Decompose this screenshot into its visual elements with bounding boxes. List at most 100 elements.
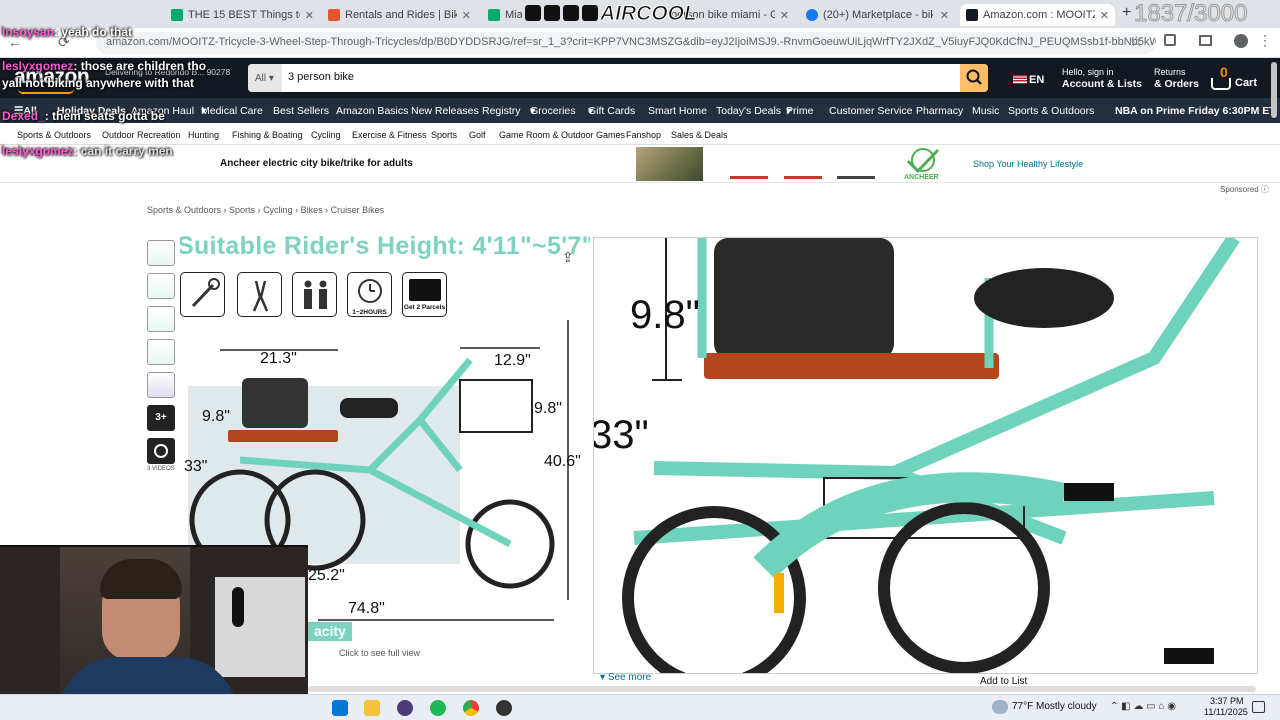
extensions-icon[interactable] [1164, 34, 1176, 46]
chrome-icon[interactable] [463, 700, 479, 716]
breadcrumb-link[interactable]: Sports & Outdoors [147, 205, 221, 215]
subnav-link[interactable]: Exercise & Fitness [352, 130, 427, 140]
full-view-link[interactable]: Click to see full view [339, 648, 420, 658]
cart-icon[interactable] [1211, 78, 1231, 90]
vertical-scrollbar[interactable] [1271, 62, 1277, 118]
windows-taskbar: 77°F Mostly cloudy ⌃ ◧ ☁ ▭ ⌂ ◉ 3:37 PM 1… [0, 694, 1280, 720]
close-tab-icon[interactable]: ✕ [462, 9, 471, 22]
close-tab-icon[interactable]: ✕ [780, 9, 789, 22]
banner-cta[interactable]: Shop Your Healthy Lifestyle [973, 159, 1083, 169]
assembly-time-icon: 1~2HOURS [347, 272, 392, 317]
nav-link[interactable]: Pharmacy [916, 105, 963, 117]
notification-icon[interactable] [1252, 701, 1265, 713]
breadcrumb-link[interactable]: Sports [229, 205, 255, 215]
spotify-icon[interactable] [430, 700, 446, 716]
close-tab-icon[interactable]: ✕ [1100, 9, 1109, 22]
facebook-icon [806, 9, 818, 21]
twitch-icon [525, 5, 541, 21]
address-bar[interactable]: amazon.com/MOOITZ-Tricycle-3-Wheel-Step-… [96, 32, 1156, 54]
tray-icons[interactable]: ⌃ ◧ ☁ ▭ ⌂ ◉ [1110, 701, 1176, 712]
subnav-link[interactable]: Cycling [311, 130, 341, 140]
share-icon[interactable]: ⇪ [562, 249, 574, 266]
nav-link[interactable]: Groceries ▾ [530, 105, 576, 117]
weather-text: 77°F Mostly cloudy [1012, 701, 1097, 712]
start-icon[interactable] [332, 700, 348, 716]
close-tab-icon[interactable]: ✕ [305, 9, 314, 22]
nav-link[interactable]: Smart Home [648, 105, 707, 117]
search-category-select[interactable]: All ▾ [248, 64, 282, 92]
menu-icon[interactable]: ⋮ [1258, 32, 1272, 49]
product-thumbnail[interactable] [147, 339, 175, 365]
account-lists-link[interactable]: Account & Lists [1062, 78, 1142, 90]
product-thumbnail[interactable] [147, 240, 175, 266]
riders-icon [292, 272, 337, 317]
subnav-link[interactable]: Fanshop [626, 130, 661, 140]
clock-time[interactable]: 3:37 PM [1210, 696, 1244, 706]
banner-trike-icon [837, 151, 875, 179]
profile-icon[interactable] [1234, 34, 1248, 48]
product-thumbnail[interactable] [147, 372, 175, 398]
social-icons-overlay [525, 5, 598, 21]
more-images-button[interactable]: 3+ [147, 405, 175, 431]
subnav-link[interactable]: Sales & Deals [671, 130, 728, 140]
breadcrumb-link[interactable]: Cycling [263, 205, 293, 215]
sidebar-icon[interactable] [1199, 35, 1212, 46]
zoom-image-view[interactable]: 9.8" 33" [593, 237, 1258, 674]
bookmark-star-icon[interactable]: ☆ [1130, 33, 1143, 50]
nav-link[interactable]: Prime ▾ [786, 105, 813, 117]
dimension-label: 25.2" [308, 567, 345, 584]
nav-link[interactable]: Music [972, 105, 999, 117]
search-input[interactable]: 3 person bike [288, 71, 354, 83]
subnav-link[interactable]: Fishing & Boating [232, 130, 303, 140]
search-button[interactable] [960, 64, 988, 92]
nav-promo[interactable]: NBA on Prime Friday 6:30PM ET [1115, 105, 1276, 117]
nav-link[interactable]: Gift Cards ▾ [588, 105, 635, 117]
browser-tab[interactable]: Rentals and Rides | Bike Rentals ✕ [322, 4, 477, 26]
rental-site-icon [328, 9, 340, 21]
banner-text: Ancheer electric city bike/trike for adu… [220, 158, 413, 169]
chat-message: yall not biking anywhere with that [2, 76, 195, 90]
videos-label: 3 VIDEOS [147, 466, 175, 472]
nav-link[interactable]: Amazon Basics [336, 105, 408, 117]
language-select[interactable]: EN [1029, 74, 1044, 86]
zoom-dimension-label: 9.8" [630, 293, 700, 337]
nav-link[interactable]: Registry [482, 105, 521, 117]
subnav-link[interactable]: Game Room & Outdoor Games [499, 130, 625, 140]
subnav-link[interactable]: Outdoor Recreation [102, 130, 181, 140]
subnav-link[interactable]: Golf [469, 130, 486, 140]
browser-tab[interactable]: THE 15 BEST Things to Do in M ✕ [165, 4, 320, 26]
browser-tab-active[interactable]: Amazon.com : MOOITZ Adult T ✕ [960, 4, 1115, 26]
nav-link[interactable]: New Releases [411, 105, 479, 117]
product-thumbnail[interactable] [147, 306, 175, 332]
returns-orders-link[interactable]: & Orders [1154, 78, 1199, 90]
horizontal-scrollbar[interactable] [308, 686, 1256, 692]
app-icon[interactable] [496, 700, 512, 716]
subnav-link[interactable]: Sports [431, 130, 457, 140]
chat-message: Insoysan: yeah do that [2, 25, 133, 39]
subnav-link[interactable]: Hunting [188, 130, 219, 140]
dimension-label: 21.3" [260, 350, 297, 367]
breadcrumb: Sports & Outdoors › Sports › Cycling › B… [147, 205, 385, 215]
dimension-label: 9.8" [202, 408, 230, 425]
close-tab-icon[interactable]: ✕ [940, 9, 949, 22]
browser-tab[interactable]: (20+) Marketplace - bike friday ✕ [800, 4, 955, 26]
clock-date[interactable]: 11/11/2025 [1204, 707, 1248, 717]
weather-icon [992, 700, 1008, 714]
breadcrumb-link[interactable]: Cruiser Bikes [331, 205, 385, 215]
nav-link[interactable]: Sports & Outdoors [1008, 105, 1094, 117]
new-tab-button[interactable]: + [1122, 4, 1131, 22]
obs-icon[interactable] [397, 700, 413, 716]
file-explorer-icon[interactable] [364, 700, 380, 716]
breadcrumb-link[interactable]: Bikes [301, 205, 323, 215]
nav-link[interactable]: Today's Deals [716, 105, 781, 117]
parcels-icon: Get 2 Parcels [402, 272, 447, 317]
browser-tab[interactable]: Miami [482, 4, 522, 26]
subnav-link[interactable]: Sports & Outdoors [17, 130, 91, 140]
banner-brand: ANCHEER [904, 174, 939, 181]
nav-link[interactable]: Customer Service [829, 105, 912, 117]
video-thumbnail[interactable] [147, 438, 175, 464]
cart-link[interactable]: Cart [1235, 77, 1257, 89]
nav-link[interactable]: Best Sellers [273, 105, 329, 117]
see-more-link[interactable]: ▾ See more [600, 672, 651, 683]
product-thumbnail[interactable] [147, 273, 175, 299]
